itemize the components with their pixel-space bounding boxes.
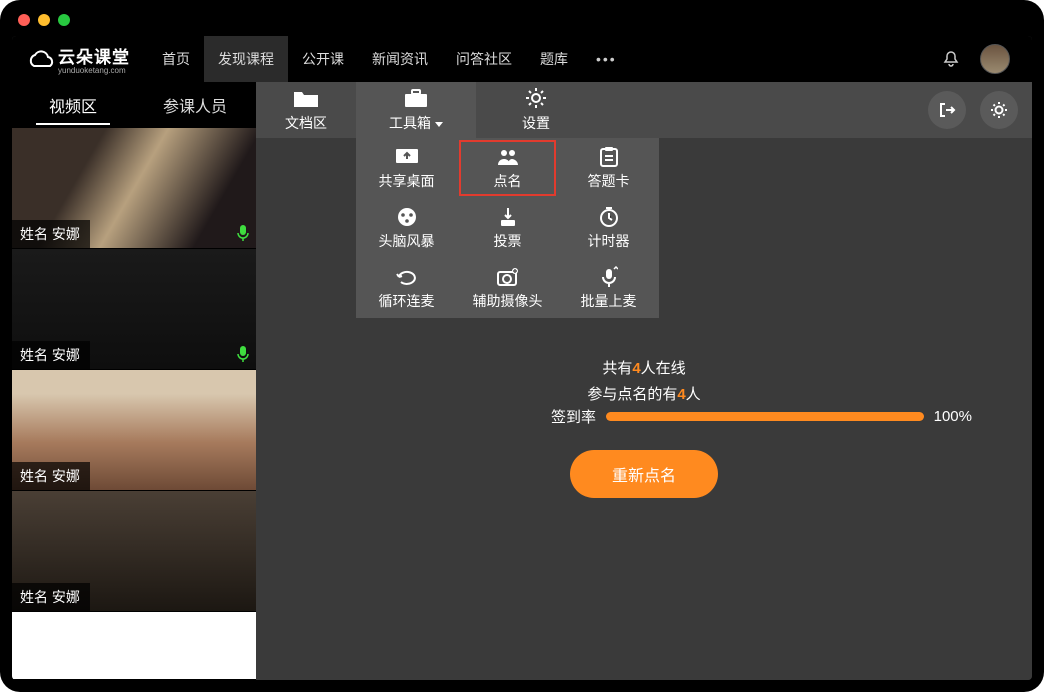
dd-label: 投票 [494,231,522,251]
exit-button[interactable] [928,91,966,129]
dd-batch-mic[interactable]: 批量上麦 [558,258,659,318]
mic-icon[interactable] [236,224,250,242]
settings-button[interactable] [980,91,1018,129]
bell-icon[interactable] [942,50,960,68]
exit-icon [937,100,957,120]
video-tile-empty [12,612,256,680]
nav-discover[interactable]: 发现课程 [204,36,288,82]
dd-roll-call[interactable]: 点名 [457,138,558,198]
avatar[interactable] [980,44,1010,74]
mic-up-icon [600,266,618,288]
participant-name: 姓名 安娜 [12,462,90,490]
loop-icon [395,266,419,288]
rate-percent: 100% [934,408,972,425]
brand-sub: yunduoketang.com [58,66,130,75]
participant-name: 姓名 安娜 [12,583,90,611]
participant-name: 姓名 安娜 [12,220,90,248]
nav-news[interactable]: 新闻资讯 [358,36,442,82]
status-text: 共有 [602,360,632,377]
tab-video[interactable]: 视频区 [12,93,134,117]
app-shell: 云朵课堂 yunduoketang.com 首页 发现课程 公开课 新闻资讯 问… [12,36,1032,680]
video-tile[interactable]: 姓名 安娜 [12,249,256,370]
rollcall-count: 4 [677,386,685,403]
video-thumbnail [12,612,256,679]
folder-icon [293,87,319,109]
nav-more[interactable]: ••• [582,36,631,82]
gear-icon [525,87,547,109]
dd-label: 答题卡 [588,171,630,191]
maximize-window[interactable] [58,14,70,26]
nav-qa[interactable]: 问答社区 [442,36,526,82]
dd-share-desktop[interactable]: 共享桌面 [356,138,457,198]
people-icon [496,146,520,168]
brand-logo[interactable]: 云朵课堂 yunduoketang.com [12,43,148,75]
status-text: 人 [686,386,701,403]
share-screen-icon [394,146,420,168]
cloud-icon [26,48,54,70]
dd-label: 批量上麦 [581,291,637,311]
nav-question-bank[interactable]: 题库 [526,36,582,82]
topbar: 云朵课堂 yunduoketang.com 首页 发现课程 公开课 新闻资讯 问… [12,36,1032,82]
main-area: 文档区 工具箱 设置 [256,82,1032,680]
video-tile[interactable]: 姓名 安娜 [12,491,256,612]
dd-loop-mic[interactable]: 循环连麦 [356,258,457,318]
dd-answer-card[interactable]: 答题卡 [558,138,659,198]
film-icon [396,206,418,228]
minimize-window[interactable] [38,14,50,26]
video-list: 姓名 安娜 姓名 安娜 姓名 安娜 姓名 安娜 [12,128,256,680]
tool-toolbox[interactable]: 工具箱 [356,82,476,138]
brand-name: 云朵课堂 [58,43,130,68]
tool-docs[interactable]: 文档区 [256,82,356,138]
toolbar-right [928,82,1032,138]
sidebar-tabs: 视频区 参课人员 [12,82,256,128]
tool-label: 设置 [522,113,550,133]
chevron-down-icon [435,122,443,127]
dd-label: 点名 [494,171,522,191]
dd-label: 共享桌面 [379,171,435,191]
tool-label: 工具箱 [389,115,431,131]
dd-label: 计时器 [588,231,630,251]
dd-label: 头脑风暴 [379,231,435,251]
card-icon [599,146,619,168]
topbar-right [942,44,1032,74]
toolbox-dropdown: 共享桌面 点名 答题卡 头脑风暴 [356,138,659,318]
nav-home[interactable]: 首页 [148,36,204,82]
status-text: 人在线 [641,360,686,377]
video-tile[interactable]: 姓名 安娜 [12,128,256,249]
retry-rollcall-button[interactable]: 重新点名 [570,450,718,498]
app-body: 视频区 参课人员 姓名 安娜 姓名 安娜 [12,82,1032,680]
window-controls [18,14,70,26]
progress-bar [606,412,924,421]
status-text: 参与点名的有 [587,386,677,403]
clock-icon [598,206,620,228]
participant-name: 姓名 安娜 [12,341,90,369]
camera-plus-icon [496,266,520,288]
nav-open-class[interactable]: 公开课 [288,36,358,82]
vote-icon [498,206,518,228]
dd-vote[interactable]: 投票 [457,198,558,258]
main-toolbar: 文档区 工具箱 设置 [256,82,1032,138]
top-nav: 首页 发现课程 公开课 新闻资讯 问答社区 题库 ••• [148,36,631,82]
tool-label: 文档区 [285,113,327,133]
dd-label: 循环连麦 [379,291,435,311]
dd-timer[interactable]: 计时器 [558,198,659,258]
tool-settings[interactable]: 设置 [476,82,596,138]
rate-label: 签到率 [551,406,596,427]
signin-rate-row: 签到率 100% [551,406,972,427]
dd-brainstorm[interactable]: 头脑风暴 [356,198,457,258]
gear-icon [989,100,1009,120]
briefcase-icon [403,87,429,109]
online-count: 4 [632,360,640,377]
close-window[interactable] [18,14,30,26]
dd-label: 辅助摄像头 [473,291,543,311]
tab-attendees[interactable]: 参课人员 [134,93,256,117]
window-frame: 云朵课堂 yunduoketang.com 首页 发现课程 公开课 新闻资讯 问… [0,0,1044,692]
sidebar: 视频区 参课人员 姓名 安娜 姓名 安娜 [12,82,256,680]
rollcall-status: 共有4人在线 参与点名的有4人 [256,356,1032,407]
video-tile[interactable]: 姓名 安娜 [12,370,256,491]
mic-icon[interactable] [236,345,250,363]
dd-aux-camera[interactable]: 辅助摄像头 [457,258,558,318]
